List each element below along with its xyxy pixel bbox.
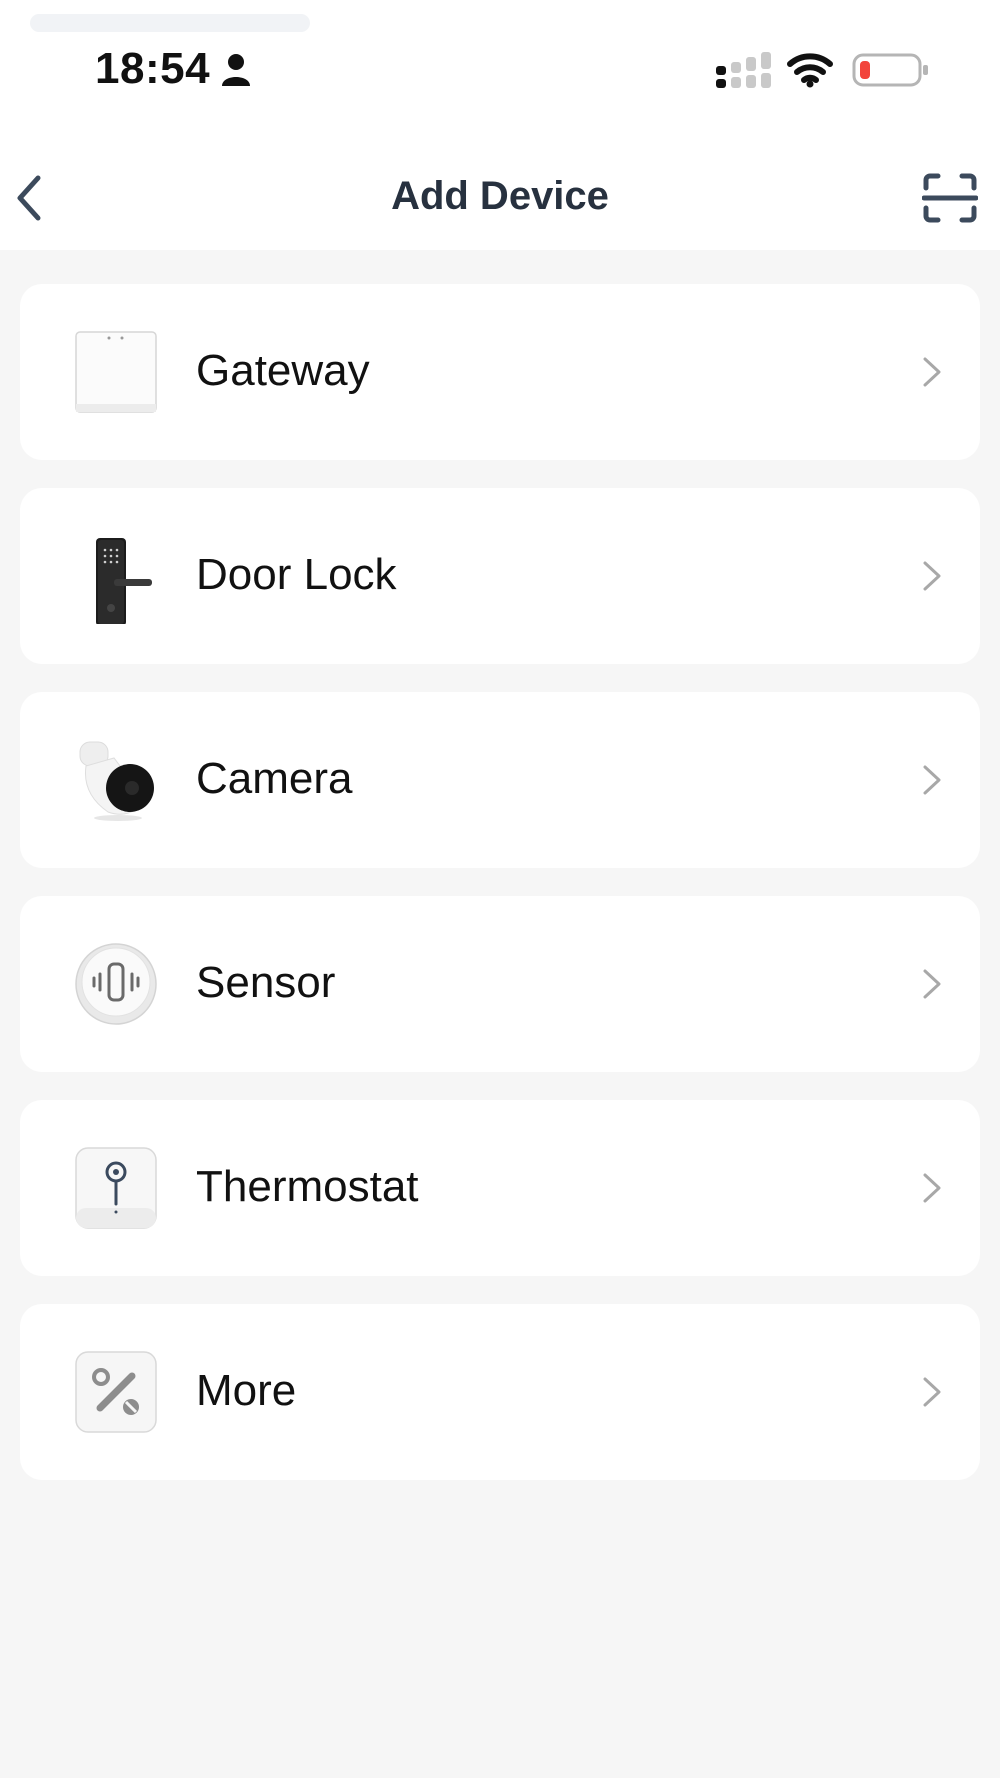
signal-icon xyxy=(716,52,771,88)
device-label: Door Lock xyxy=(196,550,397,599)
person-icon xyxy=(222,54,250,86)
gateway-icon xyxy=(75,331,157,413)
chevron-right-icon xyxy=(923,561,941,591)
camera-icon xyxy=(79,741,154,821)
wifi-icon xyxy=(787,53,833,88)
chevron-right-icon xyxy=(923,1173,941,1203)
device-item-sensor[interactable]: Sensor xyxy=(20,896,980,1072)
device-item-thermostat[interactable]: Thermostat xyxy=(20,1100,980,1276)
device-item-more[interactable]: More xyxy=(20,1304,980,1480)
status-time: 18:54 xyxy=(95,44,211,93)
top-indicator xyxy=(30,14,310,32)
chevron-right-icon xyxy=(923,357,941,387)
chevron-right-icon xyxy=(923,765,941,795)
chevron-right-icon xyxy=(923,1377,941,1407)
device-label: Sensor xyxy=(196,958,336,1007)
tools-icon xyxy=(75,1351,157,1433)
device-label: Thermostat xyxy=(196,1162,419,1211)
battery-icon xyxy=(852,53,928,87)
device-label: More xyxy=(196,1366,297,1415)
door-lock-icon xyxy=(96,538,152,624)
device-label: Camera xyxy=(196,754,353,803)
thermostat-icon xyxy=(75,1147,157,1229)
device-label: Gateway xyxy=(196,346,370,395)
status-bar: 18:54 xyxy=(0,0,1000,130)
scan-icon[interactable] xyxy=(922,172,978,224)
page-title: Add Device xyxy=(391,174,609,218)
device-item-door-lock[interactable]: Door Lock xyxy=(20,488,980,664)
device-item-camera[interactable]: Camera xyxy=(20,692,980,868)
sensor-icon xyxy=(75,943,157,1025)
device-item-gateway[interactable]: Gateway xyxy=(20,284,980,460)
nav-bar: Add Device xyxy=(0,130,1000,250)
device-category-list: Gateway Door Lock Camera Sensor Thermost… xyxy=(20,284,980,1508)
chevron-right-icon xyxy=(923,969,941,999)
